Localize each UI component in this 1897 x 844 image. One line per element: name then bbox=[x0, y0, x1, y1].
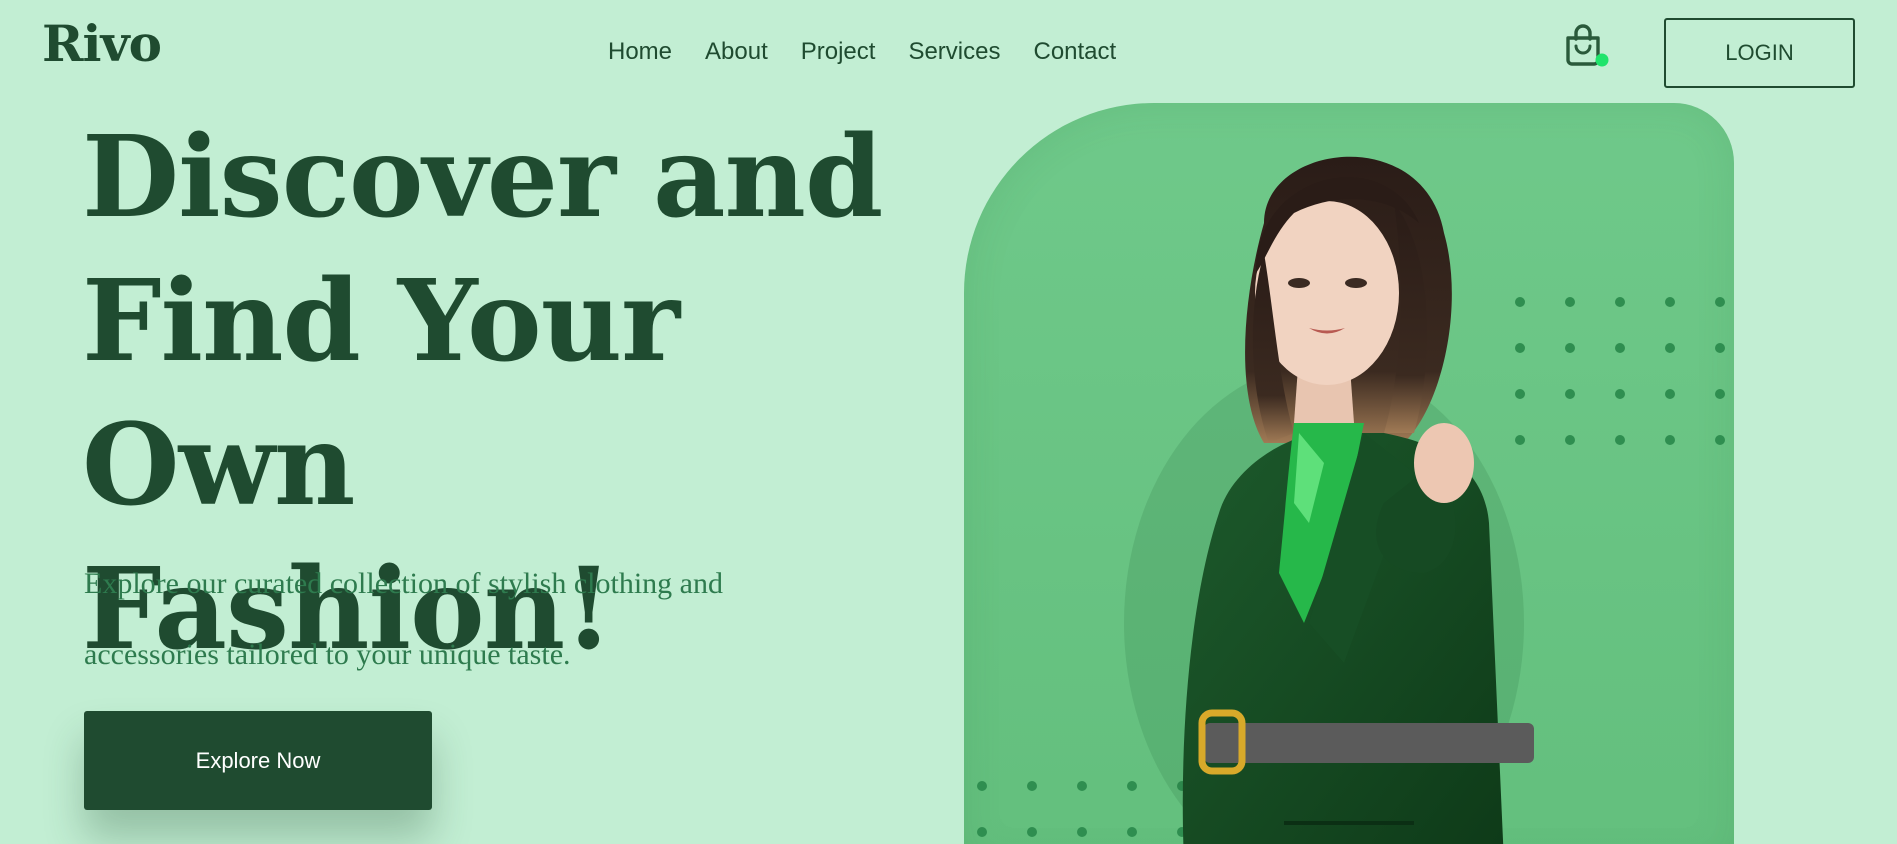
nav-contact[interactable]: Contact bbox=[1033, 38, 1116, 66]
hero-subtitle: Explore our curated collection of stylis… bbox=[84, 548, 804, 690]
nav-home[interactable]: Home bbox=[608, 38, 672, 66]
explore-now-button[interactable]: Explore Now bbox=[84, 711, 432, 810]
landing-page: Rivo Home About Project Services Contact… bbox=[0, 0, 1897, 844]
nav-services[interactable]: Services bbox=[908, 38, 1000, 66]
hero-subtitle-line-2: accessories tailored to your unique tast… bbox=[84, 638, 571, 671]
main-nav: Home About Project Services Contact bbox=[608, 38, 1116, 66]
cart-button[interactable] bbox=[1560, 22, 1610, 72]
nav-project[interactable]: Project bbox=[801, 38, 876, 66]
hero-subtitle-line-1: Explore our curated collection of stylis… bbox=[84, 567, 723, 600]
brand-logo[interactable]: Rivo bbox=[42, 14, 162, 73]
hero-image-panel bbox=[964, 103, 1734, 844]
fashion-model-image bbox=[1124, 156, 1534, 844]
hero-title-line-2: Find Your Own bbox=[82, 256, 680, 531]
cart-badge bbox=[1595, 53, 1609, 67]
hero-title-line-1: Discover and bbox=[82, 112, 883, 243]
shopping-bag-icon bbox=[1566, 24, 1609, 67]
nav-about[interactable]: About bbox=[705, 38, 768, 66]
login-button[interactable]: LOGIN bbox=[1664, 18, 1855, 88]
